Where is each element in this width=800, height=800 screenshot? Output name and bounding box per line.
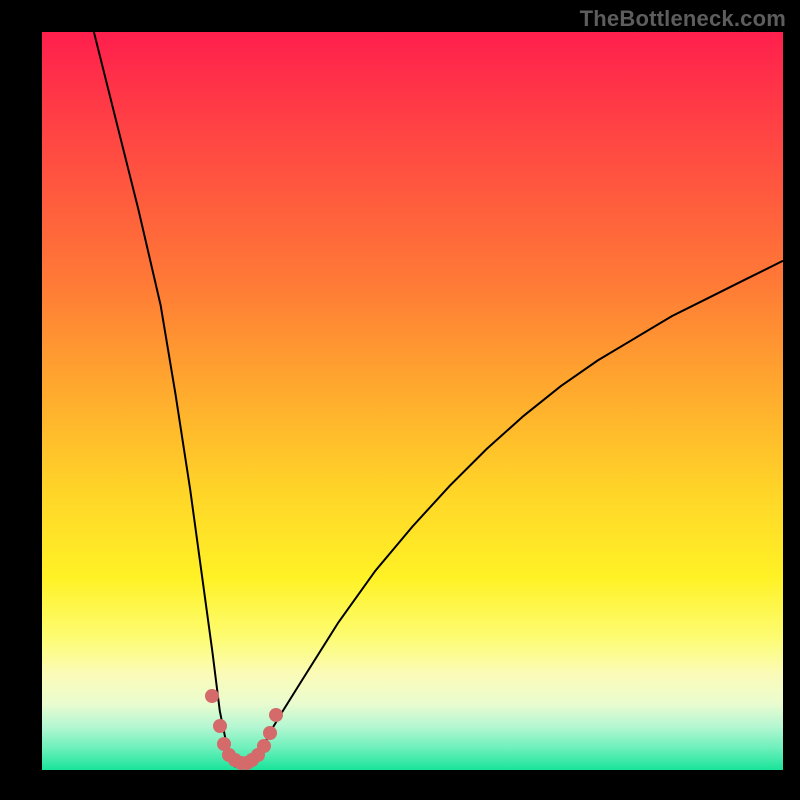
highlight-dot [213,719,227,733]
highlight-dot [205,689,219,703]
highlight-dots-layer [42,32,783,770]
plot-area [42,32,783,770]
chart-frame: TheBottleneck.com [0,0,800,800]
highlight-dot [263,726,277,740]
highlight-dot [269,708,283,722]
watermark-label: TheBottleneck.com [580,6,786,32]
highlight-dot [257,739,271,753]
